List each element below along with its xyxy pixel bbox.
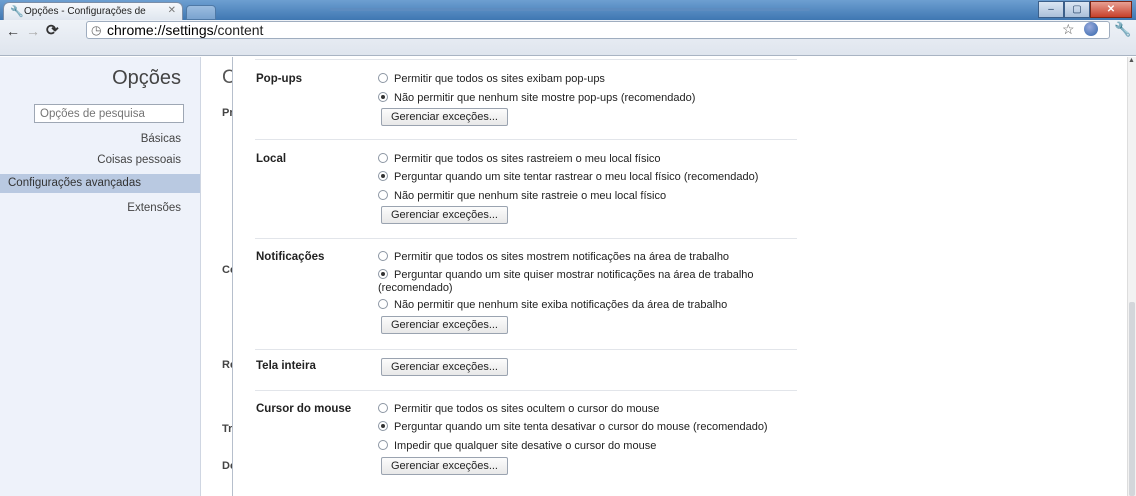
forward-arrow-icon[interactable]: → [26,23,40,39]
divider [255,139,797,140]
section-title-tela-inteira: Tela inteira [256,360,316,372]
sidebar-item-coisas-pessoais[interactable]: Coisas pessoais [97,154,181,166]
sidebar: Opções Básicas Coisas pessoais Configura… [0,57,201,496]
extension-icon[interactable] [1084,22,1098,36]
content-settings-panel: Pop-ups Permitir que todos os sites exib… [232,57,1112,496]
radio-button[interactable] [378,153,388,163]
radio-option[interactable]: Não permitir que nenhum site rastreie o … [378,190,666,202]
sidebar-item-configuracoes-avancadas[interactable]: Configurações avançadas [0,174,200,193]
manage-exceptions-button[interactable]: Gerenciar exceções... [381,316,508,334]
sidebar-item-basicas[interactable]: Básicas [141,133,181,145]
back-arrow-icon[interactable]: ← [6,23,20,39]
radio-option[interactable]: Permitir que todos os sites mostrem noti… [378,251,729,263]
option-label: Permitir que todos os sites ocultem o cu… [394,403,660,415]
option-label: Perguntar quando um site quiser mostrar … [394,269,754,281]
background-fragment: Tr [222,423,233,435]
option-label: Perguntar quando um site tenta desativar… [394,421,768,433]
radio-button[interactable] [378,403,388,413]
divider [255,349,797,350]
option-label: Não permitir que nenhum site exiba notif… [394,299,728,311]
radio-option[interactable]: Não permitir que nenhum site mostre pop-… [378,92,695,104]
title-bar: 🔧 Opções - Configurações de ✕ – ▢ ✕ [0,0,1136,20]
sidebar-title: Opções [112,67,181,89]
radio-button[interactable] [378,251,388,261]
radio-option[interactable]: Perguntar quando um site tentar rastrear… [378,171,758,183]
radio-button[interactable] [378,299,388,309]
radio-option[interactable]: Impedir que qualquer site desative o cur… [378,440,656,452]
option-label: Permitir que todos os sites mostrem noti… [394,251,730,263]
radio-button-selected[interactable] [378,421,388,431]
option-label: Impedir que qualquer site desative o cur… [394,440,657,452]
url-host: chrome://settings [107,22,214,38]
section-title-notificacoes: Notificações [256,251,325,263]
reload-icon[interactable]: ⟳ [46,21,59,39]
browser-toolbar: ← → ⟳ ◷ chrome://settings/content ☆ 🔧 [0,20,1136,56]
radio-option[interactable]: Não permitir que nenhum site exiba notif… [378,299,727,311]
section-title-popups: Pop-ups [256,73,302,85]
divider [255,238,797,239]
address-text: chrome://settings/content [107,22,263,38]
wrench-icon: 🔧 [10,6,24,18]
option-label: Permitir que todos os sites rastreiem o … [394,153,661,165]
radio-option[interactable]: Permitir que todos os sites rastreiem o … [378,153,661,165]
scrollbar-thumb[interactable] [1129,302,1135,496]
radio-button[interactable] [378,190,388,200]
section-title-cursor-do-mouse: Cursor do mouse [256,403,352,415]
section-title-local: Local [256,153,287,165]
radio-button[interactable] [378,440,388,450]
manage-exceptions-button[interactable]: Gerenciar exceções... [381,206,508,224]
browser-tab[interactable]: 🔧 Opções - Configurações de ✕ [3,2,183,20]
bookmark-star-icon[interactable]: ☆ [1062,21,1075,38]
window-title-blurred [330,4,810,14]
radio-option[interactable]: Perguntar quando um site quiser mostrar … [378,269,754,281]
divider [255,390,797,391]
option-label: Não permitir que nenhum site rastreie o … [394,190,667,202]
tab-close-icon[interactable]: ✕ [168,5,176,16]
radio-option[interactable]: Perguntar quando um site tenta desativar… [378,421,768,433]
manage-exceptions-button[interactable]: Gerenciar exceções... [381,358,508,376]
minimize-button[interactable]: – [1038,1,1064,18]
vertical-scrollbar[interactable]: ▲ [1127,57,1136,496]
manage-exceptions-button[interactable]: Gerenciar exceções... [381,108,508,126]
url-path: /content [213,22,264,38]
new-tab-button[interactable] [186,5,216,20]
page-icon: ◷ [91,23,102,37]
window-controls: – ▢ ✕ [1038,1,1132,18]
radio-button-selected[interactable] [378,92,388,102]
option-label: Perguntar quando um site tentar rastrear… [394,171,759,183]
option-label: Não permitir que nenhum site mostre pop-… [394,92,696,104]
maximize-button[interactable]: ▢ [1064,1,1090,18]
scroll-up-arrow-icon[interactable]: ▲ [1128,57,1135,64]
radio-button[interactable] [378,73,388,83]
divider [255,59,797,60]
close-button[interactable]: ✕ [1090,1,1132,18]
wrench-menu-icon[interactable]: 🔧 [1114,21,1131,38]
address-bar[interactable]: ◷ chrome://settings/content [86,21,1110,39]
option-label: Permitir que todos os sites exibam pop-u… [394,73,605,85]
radio-button-selected[interactable] [378,269,388,279]
radio-option[interactable]: Permitir que todos os sites ocultem o cu… [378,403,659,415]
option-label-continuation: (recomendado) [378,282,453,294]
radio-option[interactable]: Permitir que todos os sites exibam pop-u… [378,73,605,85]
manage-exceptions-button[interactable]: Gerenciar exceções... [381,457,508,475]
search-input[interactable] [34,104,184,123]
tab-title: Opções - Configurações de [24,6,146,17]
sidebar-item-extensoes[interactable]: Extensões [127,202,181,214]
radio-button-selected[interactable] [378,171,388,181]
